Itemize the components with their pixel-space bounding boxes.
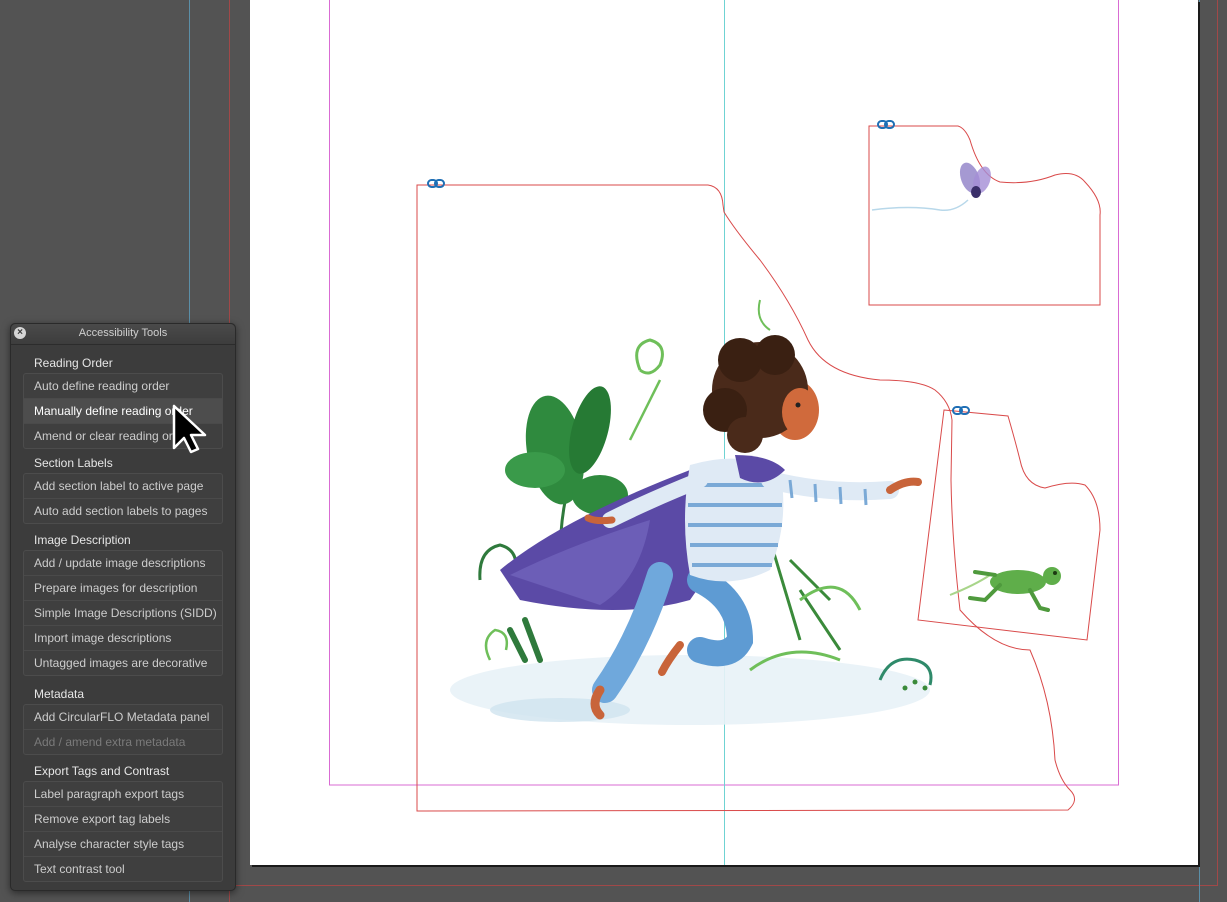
link-icon [427, 179, 445, 188]
add-amend-extra-metadata-button[interactable]: Add / amend extra metadata [24, 730, 222, 754]
panel-title: Accessibility Tools [78, 327, 168, 339]
analyse-character-style-tags-button[interactable]: Analyse character style tags [24, 832, 222, 857]
panel-titlebar[interactable]: × Accessibility Tools [11, 324, 235, 345]
auto-define-reading-order-button[interactable]: Auto define reading order [24, 374, 222, 399]
remove-export-tag-labels-button[interactable]: Remove export tag labels [24, 807, 222, 832]
section-heading-metadata: Metadata [34, 687, 85, 701]
import-image-descriptions-button[interactable]: Import image descriptions [24, 626, 222, 651]
frog-illustration [949, 567, 1061, 612]
section-heading-export-tags: Export Tags and Contrast [34, 764, 170, 778]
auto-add-section-labels-button[interactable]: Auto add section labels to pages [24, 499, 222, 523]
label-paragraph-export-tags-button[interactable]: Label paragraph export tags [24, 782, 222, 807]
child-illustration [450, 299, 933, 725]
section-heading-image-description: Image Description [34, 533, 131, 547]
add-metadata-panel-button[interactable]: Add CircularFLO Metadata panel [24, 705, 222, 730]
text-contrast-tool-button[interactable]: Text contrast tool [24, 857, 222, 881]
fly-image-frame [868, 125, 1101, 306]
untagged-images-decorative-button[interactable]: Untagged images are decorative [24, 651, 222, 675]
link-icon [952, 406, 970, 415]
fly-illustration [871, 162, 991, 212]
prepare-images-button[interactable]: Prepare images for description [24, 576, 222, 601]
section-heading-section-labels: Section Labels [34, 456, 113, 470]
add-update-image-descriptions-button[interactable]: Add / update image descriptions [24, 551, 222, 576]
add-section-label-button[interactable]: Add section label to active page [24, 474, 222, 499]
simple-image-descriptions-button[interactable]: Simple Image Descriptions (SIDD) [24, 601, 222, 626]
section-labels-group: Add section label to active page Auto ad… [23, 473, 223, 524]
metadata-group: Add CircularFLO Metadata panel Add / ame… [23, 704, 223, 755]
section-heading-reading-order: Reading Order [34, 356, 113, 370]
image-description-group: Add / update image descriptions Prepare … [23, 550, 223, 676]
link-icon [877, 120, 895, 129]
arrow-cursor-icon [172, 404, 207, 454]
frog-image-frame [917, 409, 1101, 641]
export-tags-group: Label paragraph export tags Remove expor… [23, 781, 223, 882]
